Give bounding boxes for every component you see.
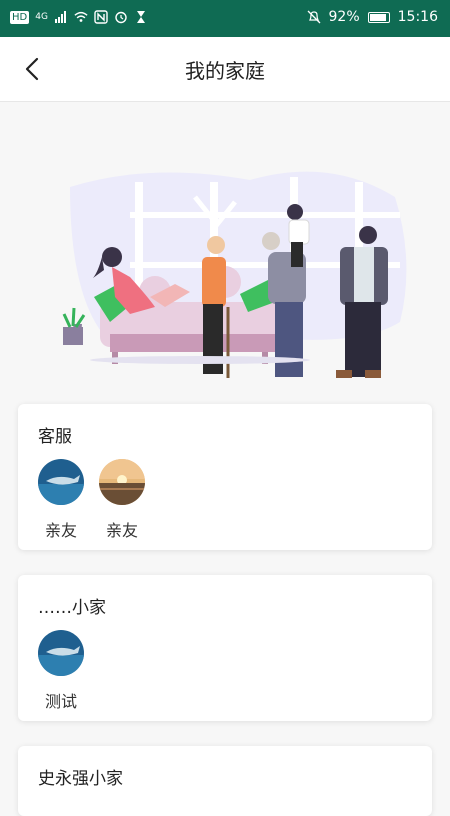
- status-right: 92% 15:16: [307, 9, 438, 25]
- family-card[interactable]: ……小家 测试: [18, 575, 432, 721]
- network-type-label: 4G: [35, 12, 48, 22]
- avatar-ocean-shark: [38, 459, 84, 505]
- hourglass-icon: [136, 11, 145, 23]
- family-card[interactable]: 客服 亲友 亲友: [18, 404, 432, 550]
- battery-level: [369, 13, 386, 21]
- status-left: HD 4G: [10, 10, 148, 24]
- hd-badge: HD: [10, 10, 30, 24]
- family-name: 史永强小家: [38, 769, 123, 789]
- battery-percent: 92%: [328, 9, 360, 25]
- nfc-icon: [94, 10, 108, 24]
- alarm-icon: [115, 11, 127, 24]
- family-card[interactable]: 史永强小家: [18, 746, 432, 816]
- avatar-sunset-beach: [99, 459, 145, 505]
- family-illustration: [62, 171, 407, 378]
- member-name: 亲友: [105, 521, 138, 540]
- mute-bell-icon: [307, 10, 320, 24]
- member-item[interactable]: 亲友: [36, 459, 86, 541]
- battery-icon: [367, 11, 390, 23]
- family-name: 客服: [38, 427, 72, 447]
- clock: 15:16: [397, 9, 438, 25]
- member-item[interactable]: 亲友: [97, 459, 147, 541]
- signal-icon: [54, 11, 66, 23]
- app-bar: 我的家庭: [0, 37, 450, 102]
- member-name: 亲友: [44, 521, 77, 540]
- page-title: 我的家庭: [185, 59, 265, 83]
- wifi-icon: [74, 11, 88, 22]
- member-name: 测试: [44, 692, 77, 711]
- status-bar: HD 4G 92% 15:16: [0, 0, 450, 37]
- avatar-ocean-shark: [38, 630, 84, 676]
- member-item[interactable]: 测试: [36, 630, 86, 712]
- family-name: ……小家: [38, 598, 106, 618]
